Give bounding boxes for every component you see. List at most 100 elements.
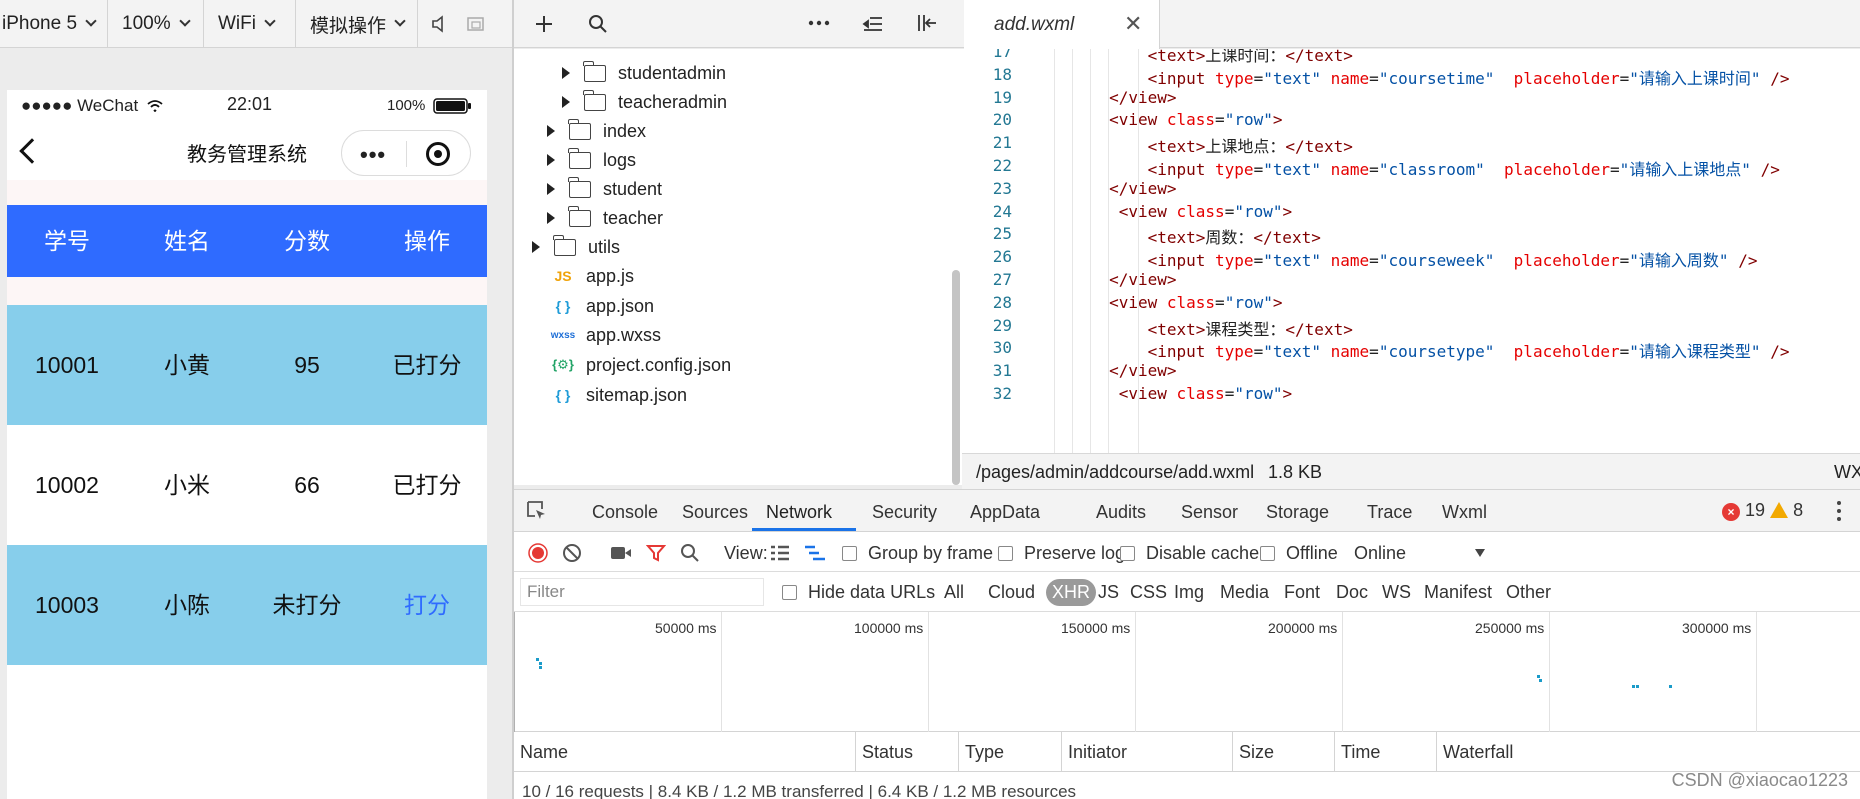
column-size[interactable]: Size [1233,732,1335,772]
more-icon[interactable]: ••• [360,142,386,168]
checkbox[interactable] [842,546,857,561]
grade-link[interactable]: 打分 [367,545,487,665]
waterfall-view-icon[interactable] [804,545,826,561]
filter-type-ws[interactable]: WS [1382,582,1411,603]
network-select[interactable]: WiFi [204,0,296,48]
column-status[interactable]: Status [856,732,959,772]
camera-icon[interactable] [610,545,632,561]
chevron-down-icon [178,15,191,27]
filter-type-media[interactable]: Media [1220,582,1269,603]
code-token: = [1215,110,1225,130]
filter-icon[interactable] [646,543,666,563]
code-token: name [1330,160,1370,179]
dropdown-arrow-icon[interactable] [1474,548,1486,558]
network-timeline[interactable]: 50000 ms 100000 ms 150000 ms 200000 ms 2… [514,612,1860,732]
language-mode[interactable]: WX [1834,462,1860,483]
code-token: <text> [1147,228,1206,248]
dock-left-icon[interactable] [916,12,938,34]
tab-sources[interactable]: Sources [682,502,748,523]
filter-type-manifest[interactable]: Manifest [1424,582,1492,603]
checkbox[interactable] [1260,546,1275,561]
filter-type-js[interactable]: JS [1098,582,1119,603]
filter-type-doc[interactable]: Doc [1336,582,1368,603]
code-line: </view> [1032,88,1176,107]
filter-type-other[interactable]: Other [1506,582,1551,603]
code-token: </view> [1109,178,1177,198]
column-time[interactable]: Time [1335,732,1437,772]
code-line: <input type="text" name="courseweek" pla… [1032,247,1758,271]
explorer-scrollbar[interactable] [952,270,960,485]
line-number: 20 [992,110,1012,130]
more-icon[interactable] [808,20,830,26]
checkbox[interactable] [782,585,797,600]
device-select[interactable]: iPhone 5 [0,0,108,48]
search-icon[interactable] [588,14,608,34]
disable-cache-toggle[interactable]: Disable cache [1120,543,1259,564]
filter-type-css[interactable]: CSS [1130,582,1167,603]
code-token: > [1282,384,1293,403]
tab-label: add.wxml [994,14,1075,35]
tab-sensor[interactable]: Sensor [1181,502,1238,523]
search-icon[interactable] [680,543,700,563]
tab-network[interactable]: Network [766,502,832,523]
tab-console[interactable]: Console [592,502,658,523]
tree-item-app-wxss[interactable]: wxss app.wxss [550,318,661,352]
mute-icon[interactable] [430,15,448,33]
tab-storage[interactable]: Storage [1266,502,1329,523]
window-icon[interactable] [466,15,486,33]
tab-audits[interactable]: Audits [1096,502,1146,523]
error-counter[interactable]: × 19 8 [1722,500,1803,521]
tab-trace[interactable]: Trace [1367,502,1412,523]
timeline-tick-label: 100000 ms [854,620,924,636]
cell-name: 小陈 [164,592,210,618]
mode-select-value: 模拟操作 [310,15,387,37]
inspect-icon[interactable] [526,500,548,522]
code-token: > [1272,110,1283,130]
throttle-select[interactable]: Online [1354,543,1406,564]
clear-icon[interactable] [562,543,582,563]
preserve-log-toggle[interactable]: Preserve log [998,543,1125,564]
list-view-icon[interactable] [770,545,790,561]
tree-item-project-config[interactable]: {⚙} project.config.json [550,348,731,382]
column-initiator[interactable]: Initiator [1062,732,1233,772]
tab-wxml[interactable]: Wxml [1442,502,1487,523]
filter-type-cloud[interactable]: Cloud [988,582,1035,603]
folder-icon [568,147,591,169]
hide-data-urls-toggle[interactable]: Hide data URLs [782,582,935,603]
checkbox[interactable] [998,546,1013,561]
tab-appdata[interactable]: AppData [970,502,1040,523]
mode-select[interactable]: 模拟操作 [296,0,418,48]
code-line: </view> [1032,270,1176,289]
group-by-frame-toggle[interactable]: Group by frame [842,543,993,564]
checkbox[interactable] [1120,546,1135,561]
column-waterfall[interactable]: Waterfall [1437,732,1860,772]
collapse-icon[interactable] [862,14,884,34]
filter-type-all[interactable]: All [944,582,964,603]
tree-item-sitemap-json[interactable]: { } sitemap.json [550,378,687,412]
close-icon[interactable]: ✕ [1124,11,1142,37]
code-token: </text> [1285,319,1353,339]
timeline-gridline [928,612,929,732]
column-name[interactable]: Name [514,732,856,772]
tree-item-app-js[interactable]: JS app.js [550,259,634,293]
close-target-icon[interactable] [426,142,450,166]
filter-input[interactable]: Filter [520,578,764,606]
capsule-divider [406,141,407,167]
add-icon[interactable] [534,14,554,34]
filter-type-xhr[interactable]: XHR [1046,579,1097,606]
cell-action: 已打分 [392,472,462,498]
filter-type-font[interactable]: Font [1284,582,1320,603]
code-editor[interactable]: 17 <text>上课时间：</text> 18 <input type="tex… [962,49,1860,453]
code-line: <view class="row"> [1032,110,1283,130]
filter-type-img[interactable]: Img [1174,582,1204,603]
record-icon[interactable] [528,543,548,563]
zoom-select[interactable]: 100% [108,0,204,48]
tab-add-wxml[interactable]: add.wxml ✕ [964,0,1160,49]
kebab-menu-icon[interactable] [1836,500,1842,522]
offline-toggle[interactable]: Offline [1260,543,1338,564]
code-token: placeholder [1513,68,1620,88]
column-type[interactable]: Type [959,732,1062,772]
tab-security[interactable]: Security [872,502,937,523]
